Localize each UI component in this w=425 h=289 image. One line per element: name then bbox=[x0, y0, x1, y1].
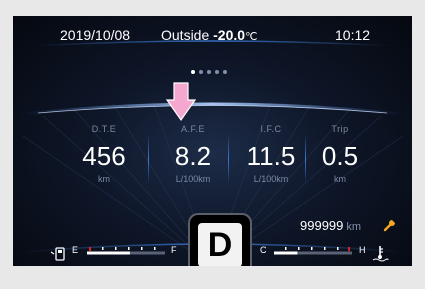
page-dot-3[interactable] bbox=[207, 70, 211, 74]
odometer-unit: km bbox=[346, 221, 362, 233]
page-dot-1[interactable] bbox=[191, 70, 195, 74]
page-dot-5[interactable] bbox=[223, 70, 227, 74]
date-display: 2019/10/08 bbox=[60, 27, 131, 43]
clock: 10:12 bbox=[335, 27, 371, 43]
stat-average-fuel-economy[interactable]: A.F.E 8.2 L/100km bbox=[160, 124, 226, 184]
page-dot-2[interactable] bbox=[199, 70, 203, 74]
stat-unit: km bbox=[98, 174, 110, 184]
page-dot-4[interactable] bbox=[215, 70, 219, 74]
outside-temp-value: -20.0 bbox=[213, 27, 246, 43]
stat-value: 8.2 bbox=[174, 141, 212, 171]
trip-computer: D.T.E 456 km A.F.E 8.2 L/100km I.F.C 11.… bbox=[71, 124, 361, 194]
stat-label: Trip bbox=[331, 124, 349, 134]
stat-label: A.F.E bbox=[180, 124, 205, 134]
temp-hot-label: H bbox=[359, 245, 366, 255]
fuel-gauge-bar bbox=[87, 247, 165, 255]
outside-temp-unit: ℃ bbox=[245, 31, 258, 43]
instrument-cluster-screen: 2019/10/08 Outside -20.0℃ 10:12 D.T.E 45… bbox=[13, 16, 412, 266]
stat-value: 456 bbox=[82, 141, 126, 171]
divider bbox=[148, 134, 149, 184]
temp-cold-label: C bbox=[260, 245, 267, 255]
outside-temperature: Outside -20.0℃ bbox=[161, 27, 257, 43]
stat-instant-fuel-consumption[interactable]: I.F.C 11.5 L/100km bbox=[238, 124, 304, 184]
gear-value: D bbox=[198, 223, 242, 266]
stat-unit: L/100km bbox=[175, 174, 211, 184]
stat-value: 0.5 bbox=[321, 141, 359, 171]
divider bbox=[305, 134, 306, 184]
fuel-full-label: F bbox=[171, 245, 177, 255]
stat-label: I.F.C bbox=[260, 124, 282, 134]
stat-label: D.T.E bbox=[91, 124, 117, 134]
stat-distance-to-empty[interactable]: D.T.E 456 km bbox=[71, 124, 137, 184]
temperature-gauge-bar bbox=[274, 247, 352, 255]
page-indicator bbox=[191, 61, 231, 74]
status-bar: 2019/10/08 Outside -20.0℃ 10:12 bbox=[13, 16, 412, 52]
down-arrow-icon bbox=[166, 82, 196, 122]
odometer-value: 999999 bbox=[300, 218, 344, 233]
stat-trip[interactable]: Trip 0.5 km bbox=[307, 124, 373, 184]
odometer: 999999 km bbox=[300, 218, 361, 233]
stat-value: 11.5 bbox=[246, 141, 296, 171]
fuel-pump-icon bbox=[50, 247, 65, 261]
fuel-empty-label: E bbox=[72, 245, 79, 255]
divider bbox=[228, 134, 229, 184]
coolant-temperature-icon bbox=[372, 246, 389, 262]
display-frame: 2019/10/08 Outside -20.0℃ 10:12 D.T.E 45… bbox=[0, 0, 425, 289]
wrench-icon bbox=[383, 220, 395, 232]
outside-label: Outside bbox=[161, 27, 210, 43]
stat-unit: km bbox=[334, 174, 346, 184]
gear-indicator: D bbox=[188, 213, 252, 266]
stat-unit: L/100km bbox=[253, 174, 289, 184]
